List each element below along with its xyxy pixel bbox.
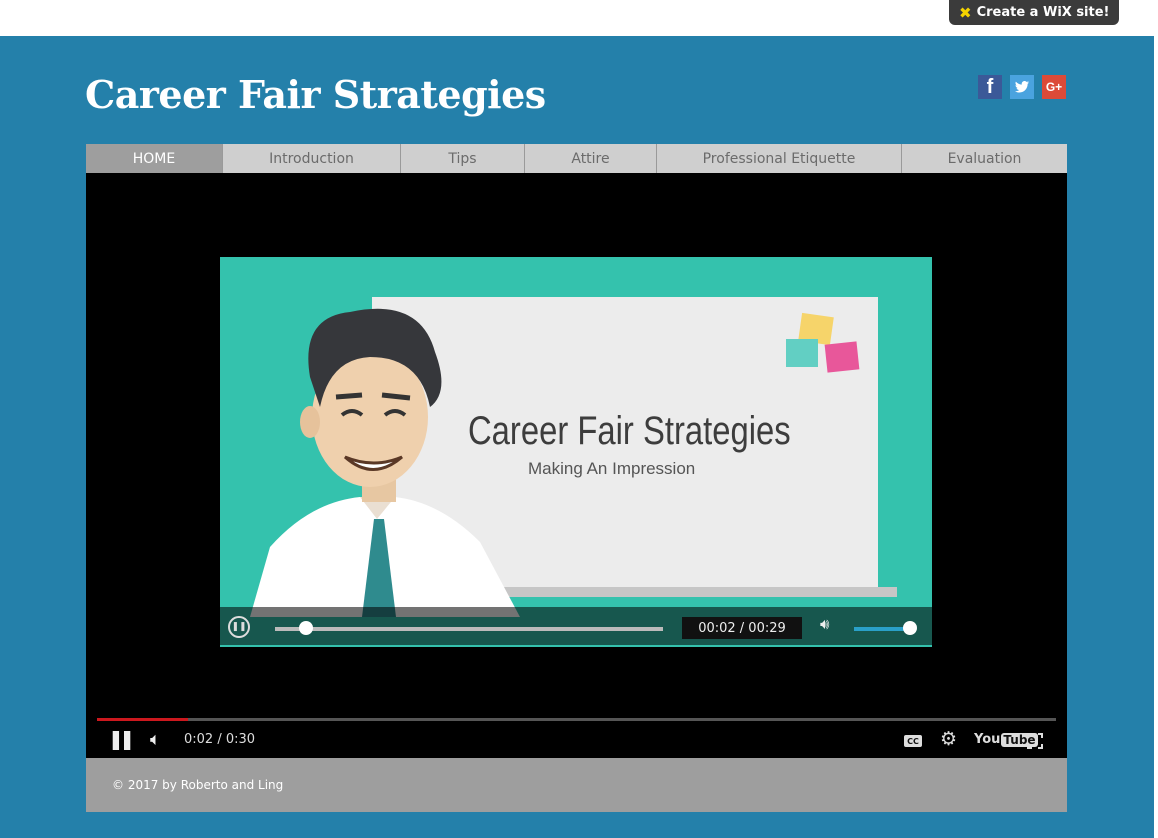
embedded-pause-button[interactable]: ❚❚ — [228, 616, 250, 638]
nav-label: Professional Etiquette — [702, 150, 856, 167]
sticky-note-teal — [786, 339, 818, 367]
youtube-logo-you: You — [974, 732, 1001, 747]
copyright-text: © 2017 by Roberto and Ling — [112, 778, 284, 792]
site-footer: © 2017 by Roberto and Ling — [86, 758, 1067, 812]
youtube-video-player[interactable]: Career Fair Strategies Making An Impress… — [86, 173, 1067, 758]
nav-label: Evaluation — [947, 150, 1022, 167]
closed-captions-button[interactable]: CC — [904, 735, 922, 747]
embedded-seek-handle[interactable] — [299, 621, 314, 635]
pause-button[interactable]: ▌▌ — [113, 731, 137, 750]
nav-item-tips[interactable]: Tips — [401, 144, 525, 173]
player-time: 0:02 / 0:30 — [184, 732, 256, 747]
embedded-time-readout: 00:02 / 00:29 — [682, 617, 802, 639]
nav-item-attire[interactable]: Attire — [525, 144, 657, 173]
nav-label: Tips — [448, 150, 477, 167]
nav-item-professional-etiquette[interactable]: Professional Etiquette — [657, 144, 902, 173]
nav-label: HOME — [132, 150, 176, 167]
main-nav: HOME Introduction Tips Attire Profession… — [86, 144, 1067, 173]
twitter-icon[interactable] — [1010, 75, 1034, 99]
page-edge — [1154, 36, 1158, 838]
nav-label: Introduction — [269, 150, 354, 167]
settings-gear-icon[interactable]: ⚙ — [940, 728, 957, 750]
create-wix-site-badge[interactable]: ✖ Create a WiX site! — [949, 0, 1120, 25]
wix-star-icon: ✖ — [959, 3, 972, 22]
nav-item-home[interactable]: HOME — [86, 144, 223, 173]
embedded-seek-bar[interactable] — [275, 627, 663, 631]
social-bar: f G+ — [978, 75, 1066, 99]
google-plus-icon[interactable]: G+ — [1042, 75, 1066, 99]
embedded-video-controls: ❚❚ 00:02 / 00:29 🔊︎ — [220, 607, 932, 645]
sticky-note-pink — [824, 341, 860, 373]
nav-item-introduction[interactable]: Introduction — [223, 144, 401, 173]
wix-badge-label: Create a WiX site! — [976, 5, 1110, 20]
player-progress-fill — [97, 718, 189, 721]
fullscreen-icon[interactable] — [1027, 733, 1043, 749]
player-controls: ▌▌ 🔈︎ 0:02 / 0:30 CC ⚙ You Tube — [86, 723, 1067, 758]
volume-icon[interactable]: 🔈︎ — [150, 729, 161, 750]
cartoon-man-illustration — [250, 308, 520, 617]
embedded-volume-handle[interactable] — [902, 621, 917, 635]
embedded-volume-slider[interactable] — [854, 627, 908, 631]
facebook-icon[interactable]: f — [978, 75, 1002, 99]
video-frame[interactable]: Career Fair Strategies Making An Impress… — [220, 257, 932, 647]
embedded-volume-icon[interactable]: 🔊︎ — [820, 615, 829, 633]
player-progress-bar[interactable] — [97, 718, 1056, 721]
video-board-subtitle: Making An Impression — [528, 459, 696, 478]
site-content: Career Fair Strategies f G+ HOME Introdu… — [0, 36, 1154, 838]
site-title[interactable]: Career Fair Strategies — [85, 72, 546, 117]
nav-label: Attire — [571, 150, 610, 167]
nav-item-evaluation[interactable]: Evaluation — [902, 144, 1067, 173]
